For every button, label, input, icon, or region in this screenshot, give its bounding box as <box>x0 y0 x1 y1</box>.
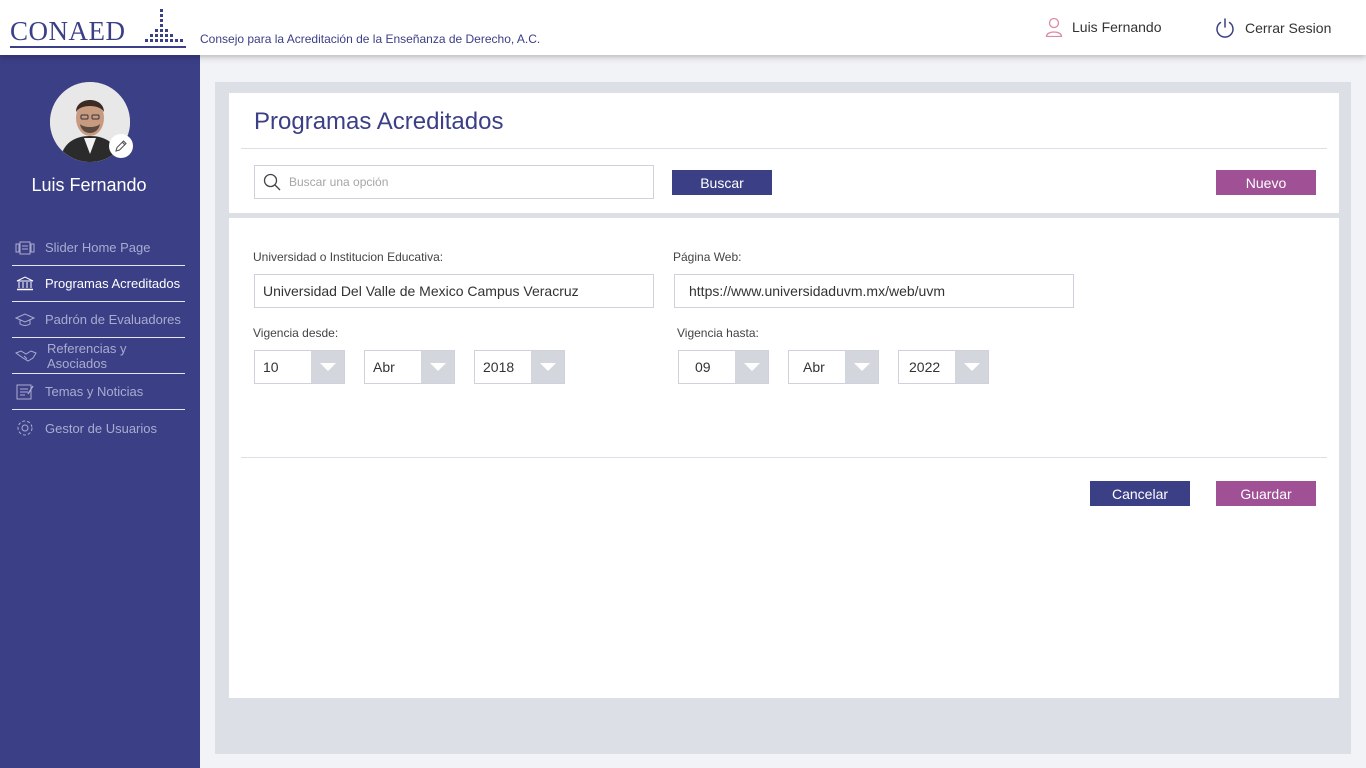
select-value: Abr <box>803 359 825 375</box>
divider <box>241 148 1327 149</box>
header-tagline: Consejo para la Acreditación de la Enseñ… <box>200 32 541 46</box>
logo-underline <box>10 46 186 48</box>
sidebar-item-label: Temas y Noticias <box>45 384 144 399</box>
logout-button[interactable]: Cerrar Sesion <box>1214 17 1331 39</box>
pencil-icon <box>115 140 127 152</box>
header-user[interactable]: Luis Fernando <box>1045 17 1162 37</box>
sidebar-item-label: Referencias y Asociados <box>47 340 127 371</box>
logout-label: Cerrar Sesion <box>1245 20 1332 36</box>
program-form: Universidad o Institucion Educativa: Uni… <box>229 218 1339 698</box>
valid-to-month-select[interactable]: Abr <box>788 350 879 384</box>
select-value: 09 <box>695 359 711 375</box>
valid-from-month-select[interactable]: Abr <box>364 350 455 384</box>
valid-from-day-select[interactable]: 10 <box>254 350 345 384</box>
sidebar-item-padron-de-evaluadores[interactable]: Padrón de Evaluadores <box>12 302 185 338</box>
select-value: Abr <box>373 359 395 375</box>
cancel-button[interactable]: Cancelar <box>1090 481 1190 506</box>
profile-name: Luis Fernando <box>31 175 147 195</box>
valid-from-label: Vigencia desde: <box>253 326 339 340</box>
sidebar-item-programas-acreditados[interactable]: Programas Acreditados <box>12 266 185 302</box>
search-input[interactable] <box>289 175 629 189</box>
graduation-cap-icon <box>15 312 35 326</box>
select-value: 2022 <box>909 359 941 375</box>
conaed-logo[interactable]: CONAED <box>0 0 190 55</box>
valid-to-year-select[interactable]: 2022 <box>898 350 989 384</box>
chevron-down-icon <box>955 351 988 383</box>
valid-to-day-select[interactable]: 09 <box>678 350 769 384</box>
sidebar: Luis Fernando Slider Home Page Programas… <box>0 55 200 768</box>
website-label: Página Web: <box>673 250 742 264</box>
search-button[interactable]: Buscar <box>672 170 772 195</box>
sidebar-nav: Slider Home Page Programas Acreditados P… <box>12 230 185 446</box>
page-title: Programas Acreditados <box>254 108 504 135</box>
sidebar-item-label: Programas Acreditados <box>45 276 181 291</box>
user-icon <box>1045 17 1063 37</box>
power-icon <box>1216 18 1234 38</box>
handshake-icon <box>15 349 37 362</box>
logo-text: CONAED <box>10 16 126 46</box>
select-value: 10 <box>263 359 279 375</box>
top-header: CONAED Consejo para la Acreditación de l… <box>0 0 1366 55</box>
gear-icon <box>17 420 33 436</box>
save-button[interactable]: Guardar <box>1216 481 1316 506</box>
sidebar-item-gestor-de-usuarios[interactable]: Gestor de Usuarios <box>12 410 185 446</box>
news-icon <box>16 384 34 399</box>
select-value: 2018 <box>483 359 515 375</box>
chevron-down-icon <box>311 351 344 383</box>
sidebar-item-slider-home-page[interactable]: Slider Home Page <box>12 230 185 266</box>
sidebar-item-label: Padrón de Evaluadores <box>45 312 181 327</box>
divider <box>241 457 1327 458</box>
search-card: Programas Acreditados Buscar Nuevo <box>229 93 1339 213</box>
sidebar-item-label: Gestor de Usuarios <box>45 420 157 436</box>
search-icon <box>263 173 281 191</box>
chevron-down-icon <box>421 351 454 383</box>
chevron-down-icon <box>845 351 878 383</box>
new-button[interactable]: Nuevo <box>1216 170 1316 195</box>
university-input[interactable]: Universidad Del Valle de Mexico Campus V… <box>254 274 654 308</box>
slider-icon <box>15 241 35 254</box>
chevron-down-icon <box>531 351 564 383</box>
chevron-down-icon <box>735 351 768 383</box>
sidebar-item-temas-y-noticias[interactable]: Temas y Noticias <box>12 374 185 410</box>
bank-icon <box>16 275 34 290</box>
header-user-name: Luis Fernando <box>1072 19 1162 35</box>
valid-from-year-select[interactable]: 2018 <box>474 350 565 384</box>
search-field[interactable] <box>254 165 654 199</box>
logo-dots-mark <box>145 9 183 42</box>
sidebar-item-label: Slider Home Page <box>45 240 151 255</box>
website-input[interactable]: https://www.universidaduvm.mx/web/uvm <box>674 274 1074 308</box>
avatar-edit-button[interactable] <box>109 134 133 158</box>
sidebar-item-referencias-y-asociados[interactable]: Referencias y Asociados <box>12 338 185 374</box>
university-label: Universidad o Institucion Educativa: <box>253 250 444 264</box>
valid-to-label: Vigencia hasta: <box>677 326 759 340</box>
